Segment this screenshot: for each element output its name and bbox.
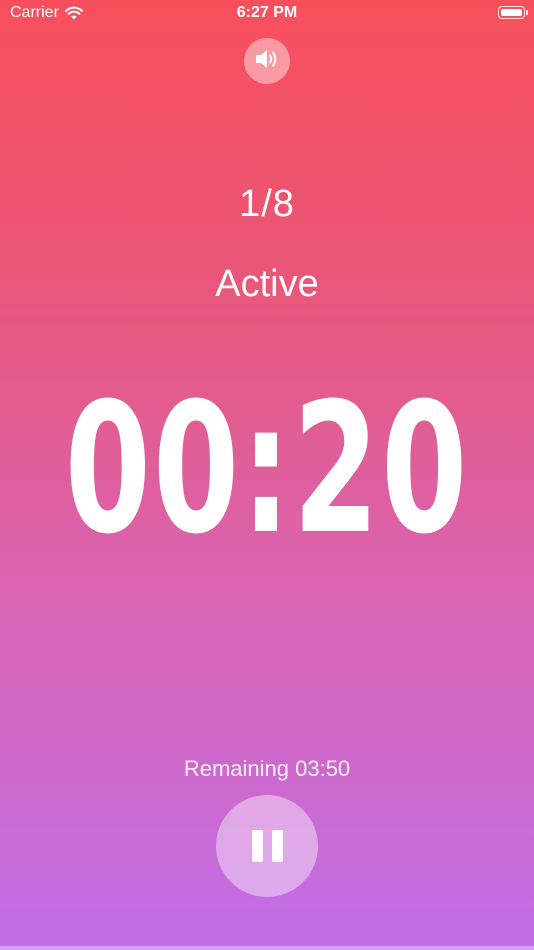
- battery-fill: [501, 9, 522, 16]
- status-bar: Carrier 6:27 PM: [0, 0, 534, 30]
- sound-toggle-button[interactable]: [244, 38, 290, 84]
- battery-icon: [498, 6, 528, 19]
- speaker-icon: [254, 48, 280, 75]
- pause-bar-left: [251, 830, 263, 862]
- timer-display: 00:20: [64, 365, 470, 575]
- pause-button[interactable]: [216, 795, 318, 897]
- status-time: 6:27 PM: [236, 4, 298, 21]
- pause-icon: [251, 830, 283, 862]
- pause-bar-right: [271, 830, 283, 862]
- phase-label: Active: [215, 263, 319, 305]
- battery-tip: [526, 10, 528, 15]
- remaining-time: Remaining 03:50: [183, 756, 351, 781]
- round-counter: 1/8: [239, 183, 295, 225]
- home-indicator: [0, 946, 534, 950]
